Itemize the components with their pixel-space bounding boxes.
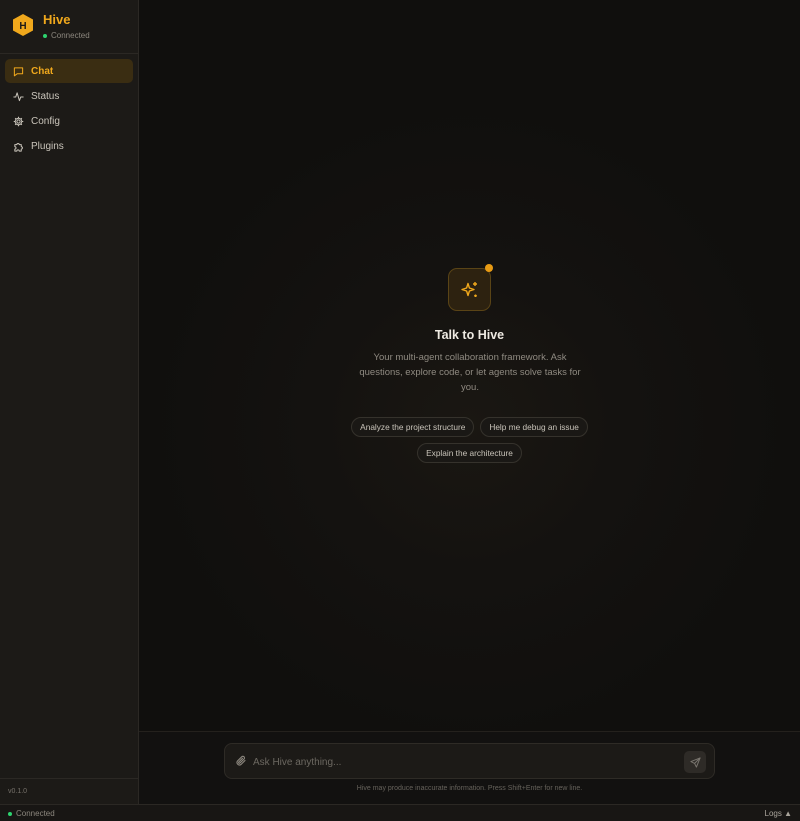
- suggestion-chip[interactable]: Analyze the project structure: [351, 417, 475, 437]
- connection-status-label: Connected: [51, 31, 90, 40]
- send-button[interactable]: [684, 751, 706, 773]
- notification-dot-icon: [485, 264, 493, 272]
- composer-disclaimer: Hive may produce inaccurate information.…: [356, 785, 583, 792]
- hive-logo-icon: H: [13, 14, 33, 36]
- chat-main: Talk to Hive Your multi-agent collaborat…: [139, 0, 800, 731]
- hero-icon-tile: [448, 268, 491, 311]
- brand-header: H Hive Connected: [0, 0, 138, 54]
- status-dot-icon: [8, 811, 12, 816]
- footer-connection-status: Connected: [8, 809, 55, 818]
- send-icon: [689, 756, 701, 768]
- suggestion-chips: Analyze the project structure Help me de…: [139, 417, 800, 469]
- status-bar: Connected Logs ▲: [0, 804, 800, 821]
- chat-icon: [13, 66, 24, 76]
- sidebar: H Hive Connected Chat Status Config Plug…: [0, 0, 139, 804]
- composer-area: Hive may produce inaccurate information.…: [139, 731, 800, 804]
- sidebar-item-plugins[interactable]: Plugins: [5, 135, 133, 159]
- sidebar-item-label: Config: [31, 116, 60, 128]
- sidebar-item-label: Chat: [31, 65, 54, 77]
- suggestion-chip[interactable]: Explain the architecture: [417, 443, 522, 463]
- sidebar-item-label: Plugins: [31, 141, 64, 153]
- activity-icon: [13, 92, 24, 101]
- sidebar-item-chat[interactable]: Chat: [5, 59, 133, 83]
- sidebar-item-config[interactable]: Config: [5, 110, 133, 134]
- logs-toggle-button[interactable]: Logs ▲: [765, 809, 793, 818]
- footer-status-label: Connected: [16, 809, 55, 818]
- message-input[interactable]: [253, 753, 673, 771]
- hero-description: Your multi-agent collaboration framework…: [359, 352, 581, 393]
- sidebar-item-label: Status: [31, 90, 60, 102]
- connection-status: Connected: [43, 31, 90, 40]
- app-name: Hive: [43, 12, 71, 27]
- sidebar-nav: Chat Status Config Plugins: [5, 59, 133, 160]
- gear-icon: [13, 116, 24, 127]
- sparkles-icon: [460, 281, 477, 297]
- paperclip-icon[interactable]: [235, 755, 247, 767]
- suggestion-chip[interactable]: Help me debug an issue: [480, 417, 588, 437]
- puzzle-icon: [14, 143, 23, 152]
- hero-title: Talk to Hive: [434, 328, 505, 342]
- sidebar-item-status[interactable]: Status: [5, 84, 133, 108]
- svg-text:H: H: [19, 21, 26, 32]
- message-composer: [224, 743, 715, 779]
- version-label: v0.1.0: [0, 778, 138, 804]
- status-dot-icon: [43, 33, 47, 38]
